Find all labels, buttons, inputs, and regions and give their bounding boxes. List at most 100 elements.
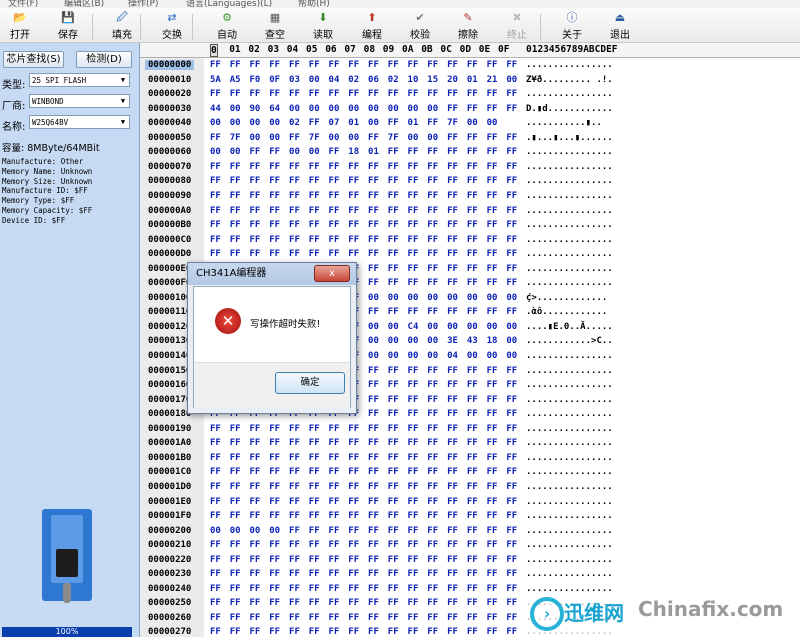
toolbar-label: 保存	[58, 30, 78, 41]
toolbar-button[interactable]: ⇄ 交换	[152, 10, 192, 42]
menu-item[interactable]: 操作(P)	[128, 0, 158, 8]
row-bytes[interactable]: FF FF FF FF FF FF FF FF FF FF FF FF FF F…	[210, 540, 517, 550]
toolbar-button[interactable]: 🖉 填充	[102, 10, 142, 42]
row-bytes[interactable]: FF FF FF FF FF FF FF FF FF FF FF FF FF F…	[210, 235, 517, 245]
hex-row[interactable]: 00000200 00 00 00 00 FF FF FF FF FF FF FF…	[140, 525, 800, 540]
watermark-logo-icon: ›	[530, 597, 564, 631]
toolbar-button[interactable]: ⏏ 退出	[600, 10, 640, 42]
toolbar-button[interactable]: 💾 保存	[48, 10, 88, 42]
hex-row[interactable]: 00000040 00 00 00 00 02 FF 07 01 00 FF 01…	[140, 117, 800, 132]
row-bytes[interactable]: FF FF FF FF FF FF FF FF FF FF FF FF FF F…	[210, 569, 517, 579]
menu-item[interactable]: 文件(F)	[8, 0, 38, 8]
row-bytes[interactable]: FF FF FF FF FF FF FF FF FF FF FF FF FF F…	[210, 438, 517, 448]
toolbar-label: 自动	[217, 30, 237, 41]
hex-column-header: 0B	[421, 44, 433, 55]
row-bytes[interactable]: FF FF FF FF FF FF FF FF FF FF FF FF FF F…	[210, 176, 517, 186]
row-bytes[interactable]: FF FF FF FF FF FF FF FF FF FF FF FF FF F…	[210, 598, 517, 608]
row-bytes[interactable]: FF FF FF FF FF FF FF FF FF FF FF FF FF F…	[210, 249, 517, 259]
toolbar-button[interactable]: 📂 打开	[0, 10, 40, 42]
toolbar-button[interactable]: ✔ 校验	[400, 10, 440, 42]
hex-row[interactable]: 000001B0 FF FF FF FF FF FF FF FF FF FF FF…	[140, 452, 800, 467]
hex-row[interactable]: 00000020 FF FF FF FF FF FF FF FF FF FF FF…	[140, 88, 800, 103]
toolbar-button[interactable]: ⓘ 关于	[552, 10, 592, 42]
row-bytes[interactable]: FF FF FF FF FF FF FF FF FF FF FF FF FF F…	[210, 220, 517, 230]
hex-column-header: 02	[248, 44, 260, 55]
row-bytes[interactable]: FF FF FF FF FF FF FF FF FF FF FF FF FF F…	[210, 89, 517, 99]
row-bytes[interactable]: FF FF FF FF FF FF FF FF FF FF FF FF FF F…	[210, 497, 517, 507]
menu-item[interactable]: 帮助(H)	[298, 0, 330, 8]
type-select[interactable]: 25 SPI FLASH ▼	[29, 73, 130, 87]
row-ascii: ................	[526, 365, 613, 376]
row-bytes[interactable]: 00 00 00 00 02 FF 07 01 00 FF 01 FF 7F 0…	[210, 118, 497, 128]
hex-column-header: 03	[267, 44, 280, 55]
toolbar-button[interactable]: ⚙ 自动	[207, 10, 247, 42]
hex-row[interactable]: 00000190 FF FF FF FF FF FF FF FF FF FF FF…	[140, 423, 800, 438]
chevron-down-icon: ▼	[120, 97, 126, 105]
hex-row[interactable]: 000001F0 FF FF FF FF FF FF FF FF FF FF FF…	[140, 510, 800, 525]
row-bytes[interactable]: FF FF FF FF FF FF FF FF FF FF FF FF FF F…	[210, 511, 517, 521]
hex-row[interactable]: 000000C0 FF FF FF FF FF FF FF FF FF FF FF…	[140, 234, 800, 249]
detect-button[interactable]: 检测(D)	[76, 51, 132, 68]
menu-item[interactable]: 编辑区(B)	[64, 0, 104, 8]
row-address: 000000D0	[148, 249, 192, 260]
hex-row[interactable]: 00000080 FF FF FF FF FF FF FF FF FF FF FF…	[140, 175, 800, 190]
toolbar-button[interactable]: ✎ 擦除	[448, 10, 488, 42]
toolbar-button[interactable]: ▦ 查空	[255, 10, 295, 42]
row-address: 00000090	[148, 190, 192, 201]
dialog-close-button[interactable]: x	[314, 265, 350, 282]
hex-row[interactable]: 000000A0 FF FF FF FF FF FF FF FF FF FF FF…	[140, 205, 800, 220]
row-bytes[interactable]: FF FF FF FF FF FF FF FF FF FF FF FF FF F…	[210, 424, 517, 434]
toolbar-label: 关于	[562, 30, 582, 41]
hex-row[interactable]: 000001E0 FF FF FF FF FF FF FF FF FF FF FF…	[140, 496, 800, 511]
row-address: 00000120	[148, 321, 192, 332]
toolbar-button[interactable]: ⬇ 读取	[303, 10, 343, 42]
hex-row[interactable]: 000000B0 FF FF FF FF FF FF FF FF FF FF FF…	[140, 219, 800, 234]
hex-row[interactable]: 00000030 44 00 90 64 00 00 00 00 00 00 00…	[140, 103, 800, 118]
toolbar-button[interactable]: ⬆ 编程	[352, 10, 392, 42]
hex-row[interactable]: 00000070 FF FF FF FF FF FF FF FF FF FF FF…	[140, 161, 800, 176]
row-address: 00000240	[148, 583, 192, 594]
row-bytes[interactable]: FF FF FF FF FF FF FF FF FF FF FF FF FF F…	[210, 191, 517, 201]
hex-row[interactable]: 000001D0 FF FF FF FF FF FF FF FF FF FF FF…	[140, 481, 800, 496]
hex-row[interactable]: 00000230 FF FF FF FF FF FF FF FF FF FF FF…	[140, 568, 800, 583]
row-bytes[interactable]: FF 7F 00 00 FF 7F 00 00 FF 7F 00 00 FF F…	[210, 133, 517, 143]
row-bytes[interactable]: 5A A5 F0 0F 03 00 04 02 06 02 10 15 20 0…	[210, 75, 517, 85]
hex-row[interactable]: 000001C0 FF FF FF FF FF FF FF FF FF FF FF…	[140, 466, 800, 481]
row-bytes[interactable]: FF FF FF FF FF FF FF FF FF FF FF FF FF F…	[210, 482, 517, 492]
blank-check-icon: ▦	[269, 11, 281, 24]
row-bytes[interactable]: 00 00 FF FF 00 00 FF 18 01 FF FF FF FF F…	[210, 147, 517, 157]
toolbar-button[interactable]: ✖ 终止	[497, 10, 537, 42]
hex-row[interactable]: 00000010 5A A5 F0 0F 03 00 04 02 06 02 10…	[140, 74, 800, 89]
row-address: 000000B0	[148, 220, 192, 231]
row-ascii: ................	[526, 263, 613, 274]
toolbar-separator	[140, 14, 141, 40]
hex-row[interactable]: 00000000 FF FF FF FF FF FF FF FF FF FF FF…	[140, 59, 800, 74]
row-bytes[interactable]: FF FF FF FF FF FF FF FF FF FF FF FF FF F…	[210, 467, 517, 477]
row-bytes[interactable]: 00 00 00 00 FF FF FF FF FF FF FF FF FF F…	[210, 526, 517, 536]
hex-row[interactable]: 00000090 FF FF FF FF FF FF FF FF FF FF FF…	[140, 190, 800, 205]
hex-row[interactable]: 000001A0 FF FF FF FF FF FF FF FF FF FF FF…	[140, 437, 800, 452]
save-disk-icon: 💾	[61, 11, 75, 24]
swap-arrows-icon: ⇄	[167, 11, 177, 24]
row-bytes[interactable]: FF FF FF FF FF FF FF FF FF FF FF FF FF F…	[210, 206, 517, 216]
hex-row[interactable]: 00000050 FF 7F 00 00 FF 7F 00 00 FF 7F 00…	[140, 132, 800, 147]
row-bytes[interactable]: FF FF FF FF FF FF FF FF FF FF FF FF FF F…	[210, 162, 517, 172]
row-bytes[interactable]: FF FF FF FF FF FF FF FF FF FF FF FF FF F…	[210, 584, 517, 594]
row-address: 00000110	[148, 307, 192, 318]
row-bytes[interactable]: FF FF FF FF FF FF FF FF FF FF FF FF FF F…	[210, 613, 517, 623]
hex-row[interactable]: 00000210 FF FF FF FF FF FF FF FF FF FF FF…	[140, 539, 800, 554]
row-bytes[interactable]: FF FF FF FF FF FF FF FF FF FF FF FF FF F…	[210, 555, 517, 565]
hex-column-header: 05	[306, 44, 318, 55]
row-bytes[interactable]: FF FF FF FF FF FF FF FF FF FF FF FF FF F…	[210, 627, 517, 637]
hex-row[interactable]: 00000220 FF FF FF FF FF FF FF FF FF FF FF…	[140, 554, 800, 569]
maker-select[interactable]: WINBOND ▼	[29, 94, 130, 108]
find-chip-button[interactable]: 芯片查找(S)	[3, 51, 64, 68]
row-bytes[interactable]: FF FF FF FF FF FF FF FF FF FF FF FF FF F…	[210, 60, 517, 70]
row-bytes[interactable]: 44 00 90 64 00 00 00 00 00 00 00 00 FF F…	[210, 104, 517, 114]
ok-button[interactable]: 确定	[275, 372, 345, 394]
menu-item[interactable]: 语言(Languages)(L)	[186, 0, 272, 8]
hex-row[interactable]: 00000060 00 00 FF FF 00 00 FF 18 01 FF FF…	[140, 146, 800, 161]
name-select[interactable]: W25Q64BV ▼	[29, 115, 130, 129]
hex-row[interactable]: 000000D0 FF FF FF FF FF FF FF FF FF FF FF…	[140, 248, 800, 263]
row-bytes[interactable]: FF FF FF FF FF FF FF FF FF FF FF FF FF F…	[210, 453, 517, 463]
